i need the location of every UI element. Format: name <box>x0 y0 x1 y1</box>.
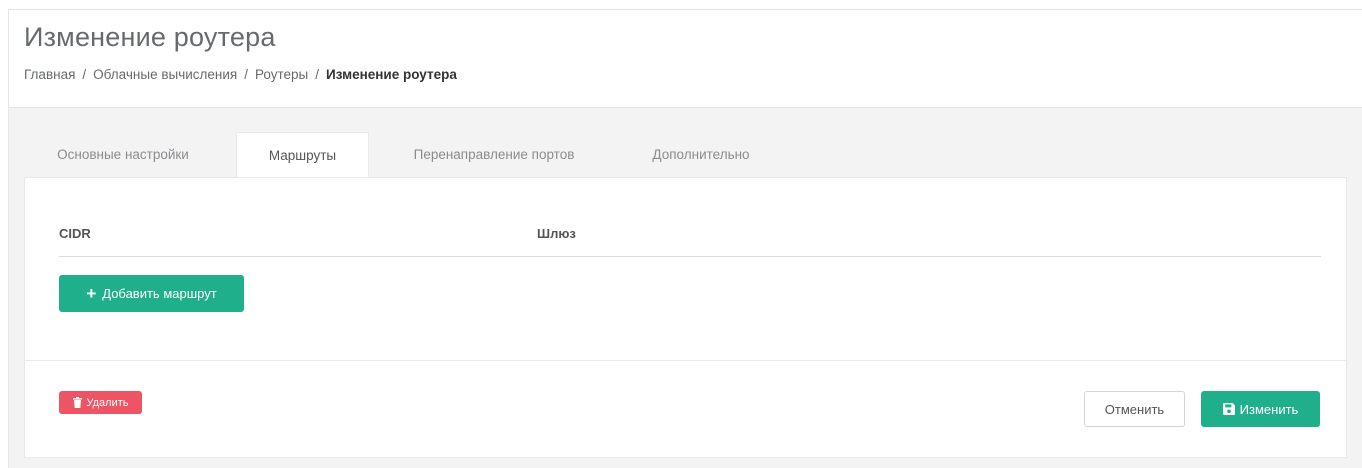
save-label: Изменить <box>1239 401 1299 417</box>
add-route-label: Добавить маршрут <box>102 286 217 301</box>
floppy-disk-icon <box>1222 403 1235 415</box>
routes-table-header: CIDR Шлюз <box>59 212 1321 257</box>
breadcrumb-separator: / <box>244 67 248 82</box>
column-header-gateway: Шлюз <box>537 226 576 241</box>
column-header-cidr: CIDR <box>59 226 91 241</box>
delete-button[interactable]: Удалить <box>59 391 142 414</box>
add-route-button[interactable]: + Добавить маршрут <box>59 275 244 312</box>
page-title: Изменение роутера <box>24 22 276 52</box>
main-content: Основные настройки Маршруты Перенаправле… <box>9 108 1362 468</box>
tab-routes[interactable]: Маршруты <box>236 132 369 178</box>
breadcrumb-item-current: Изменение роутера <box>326 67 457 82</box>
delete-label: Удалить <box>86 396 129 409</box>
tab-general-settings[interactable]: Основные настройки <box>24 132 222 178</box>
breadcrumb-item-routers[interactable]: Роутеры <box>255 67 308 82</box>
tab-additional[interactable]: Дополнительно <box>621 132 781 178</box>
trash-icon <box>72 397 82 408</box>
breadcrumb-separator: / <box>82 67 87 82</box>
breadcrumb-item-home[interactable]: Главная <box>24 67 75 82</box>
breadcrumb-separator: / <box>315 67 320 82</box>
breadcrumb-item-cloud[interactable]: Облачные вычисления <box>93 67 237 82</box>
panel-divider <box>25 360 1346 361</box>
plus-icon: + <box>86 284 97 303</box>
tab-port-forwarding[interactable]: Перенаправление портов <box>381 132 607 178</box>
cancel-button[interactable]: Отменить <box>1084 391 1185 427</box>
routes-panel: CIDR Шлюз + Добавить маршрут Удалить Отм… <box>24 177 1347 458</box>
page-header: Изменение роутера Главная / Облачные вычис… <box>9 10 1362 108</box>
breadcrumb: Главная / Облачные вычисления / Роутеры / Изме… <box>24 67 457 82</box>
save-button[interactable]: Изменить <box>1201 391 1320 427</box>
